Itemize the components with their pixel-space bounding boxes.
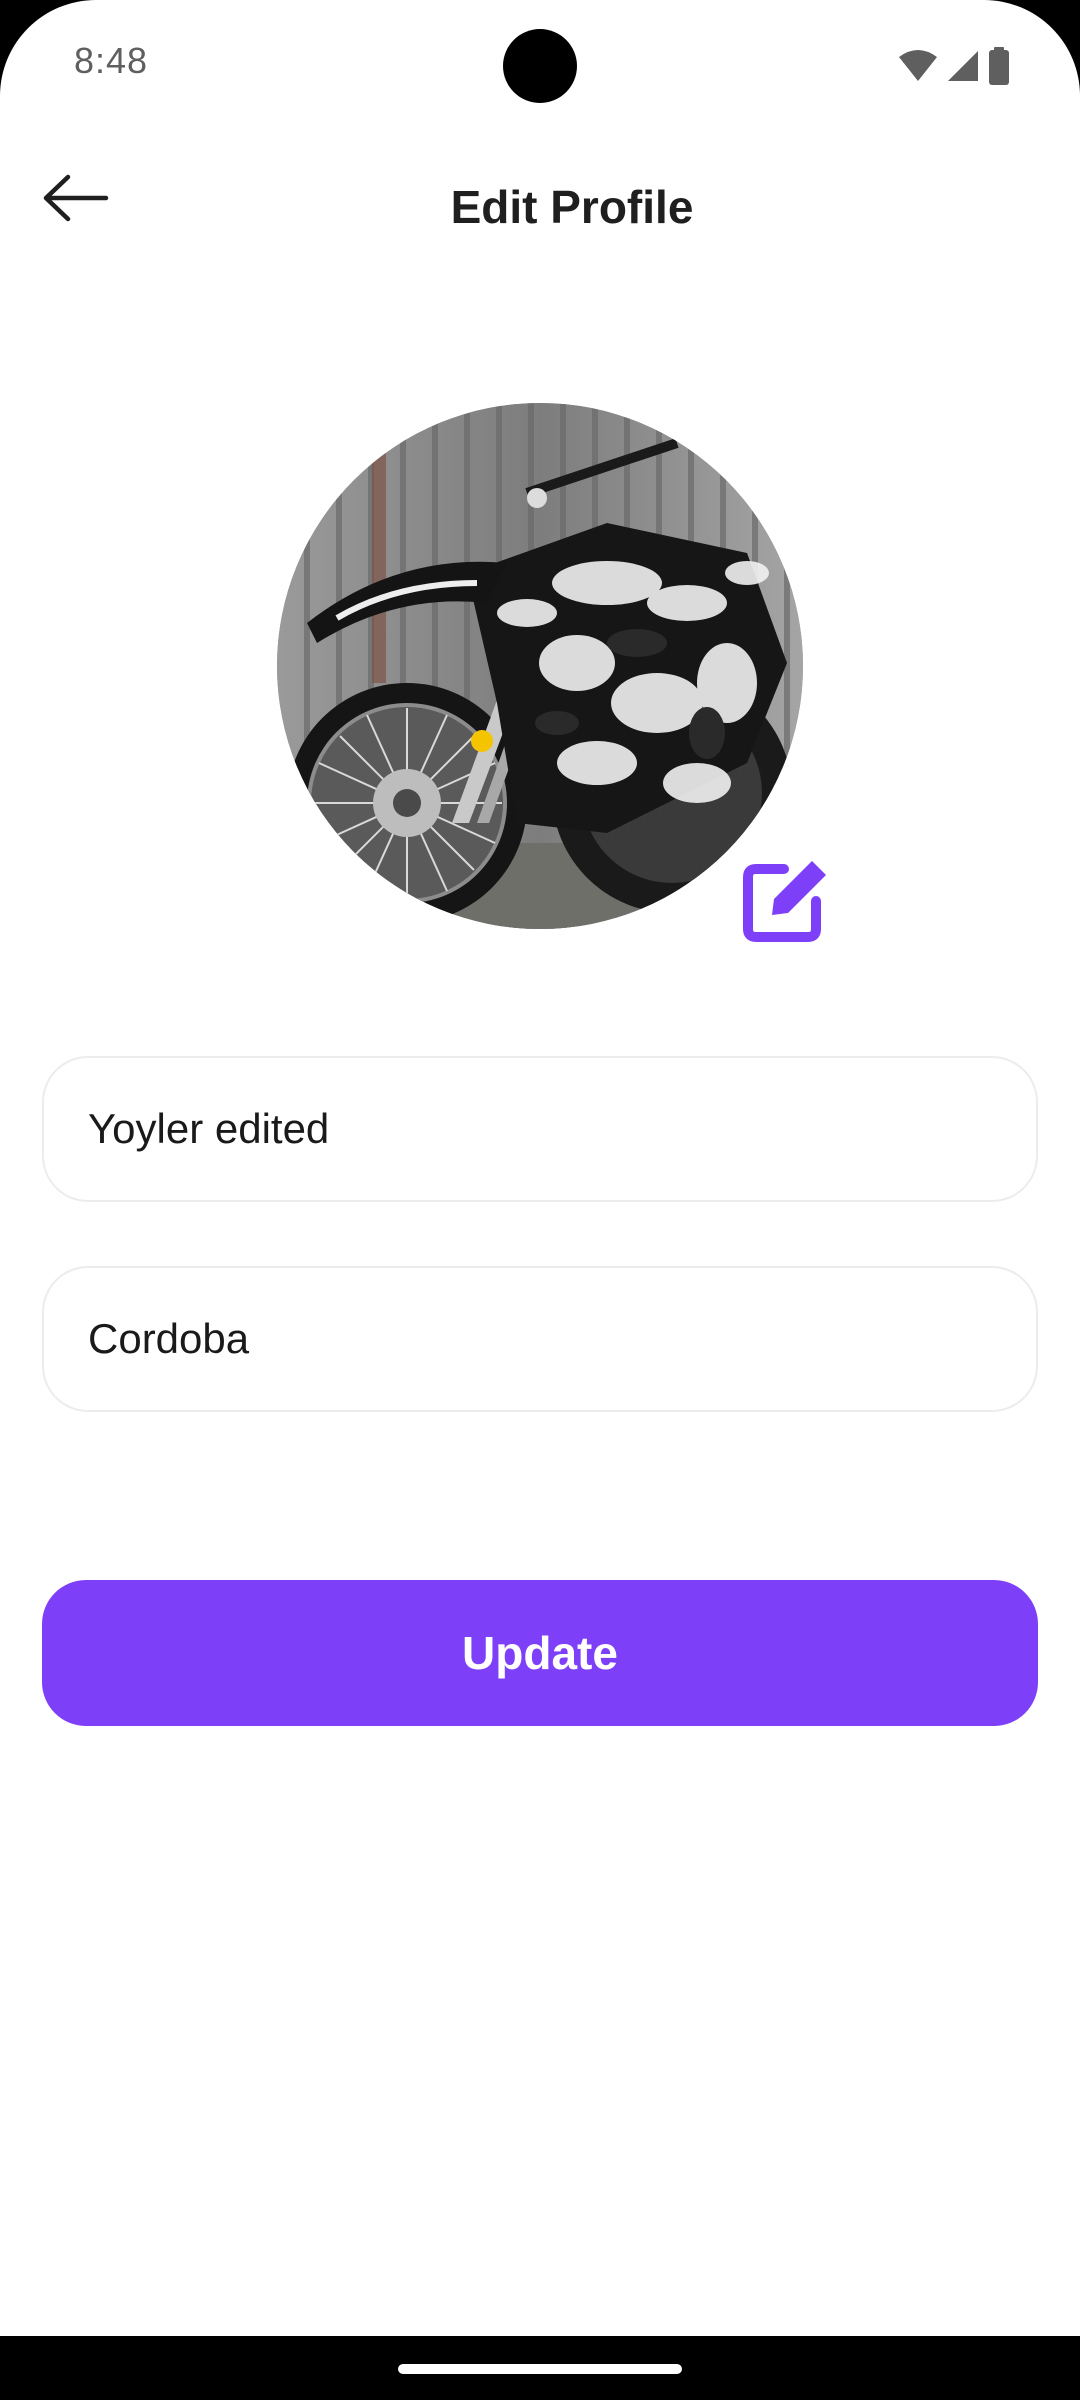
battery-icon [988,47,1010,85]
cellular-signal-icon [946,49,980,83]
avatar-container [277,403,826,942]
avatar[interactable] [277,403,803,929]
app-bar: Edit Profile [0,150,1080,270]
camera-cutout [503,29,577,103]
home-indicator[interactable] [398,2364,682,2374]
status-bar: 8:48 [0,0,1080,130]
update-button[interactable]: Update [42,1580,1038,1726]
city-input[interactable] [88,1315,992,1363]
motorcycle-photo [277,403,803,929]
wifi-icon [898,49,938,83]
edit-photo-button[interactable] [740,855,830,945]
status-time: 8:48 [74,40,149,81]
name-input[interactable] [88,1105,992,1153]
status-icons [898,46,1010,86]
page-title: Edit Profile [450,181,694,233]
edit-profile-screen: 8:48 Edit Profile Yoyler edited Cordoba … [0,0,1080,2400]
city-field[interactable] [42,1266,1038,1412]
edit-square-icon [740,861,830,949]
name-field[interactable] [42,1056,1038,1202]
